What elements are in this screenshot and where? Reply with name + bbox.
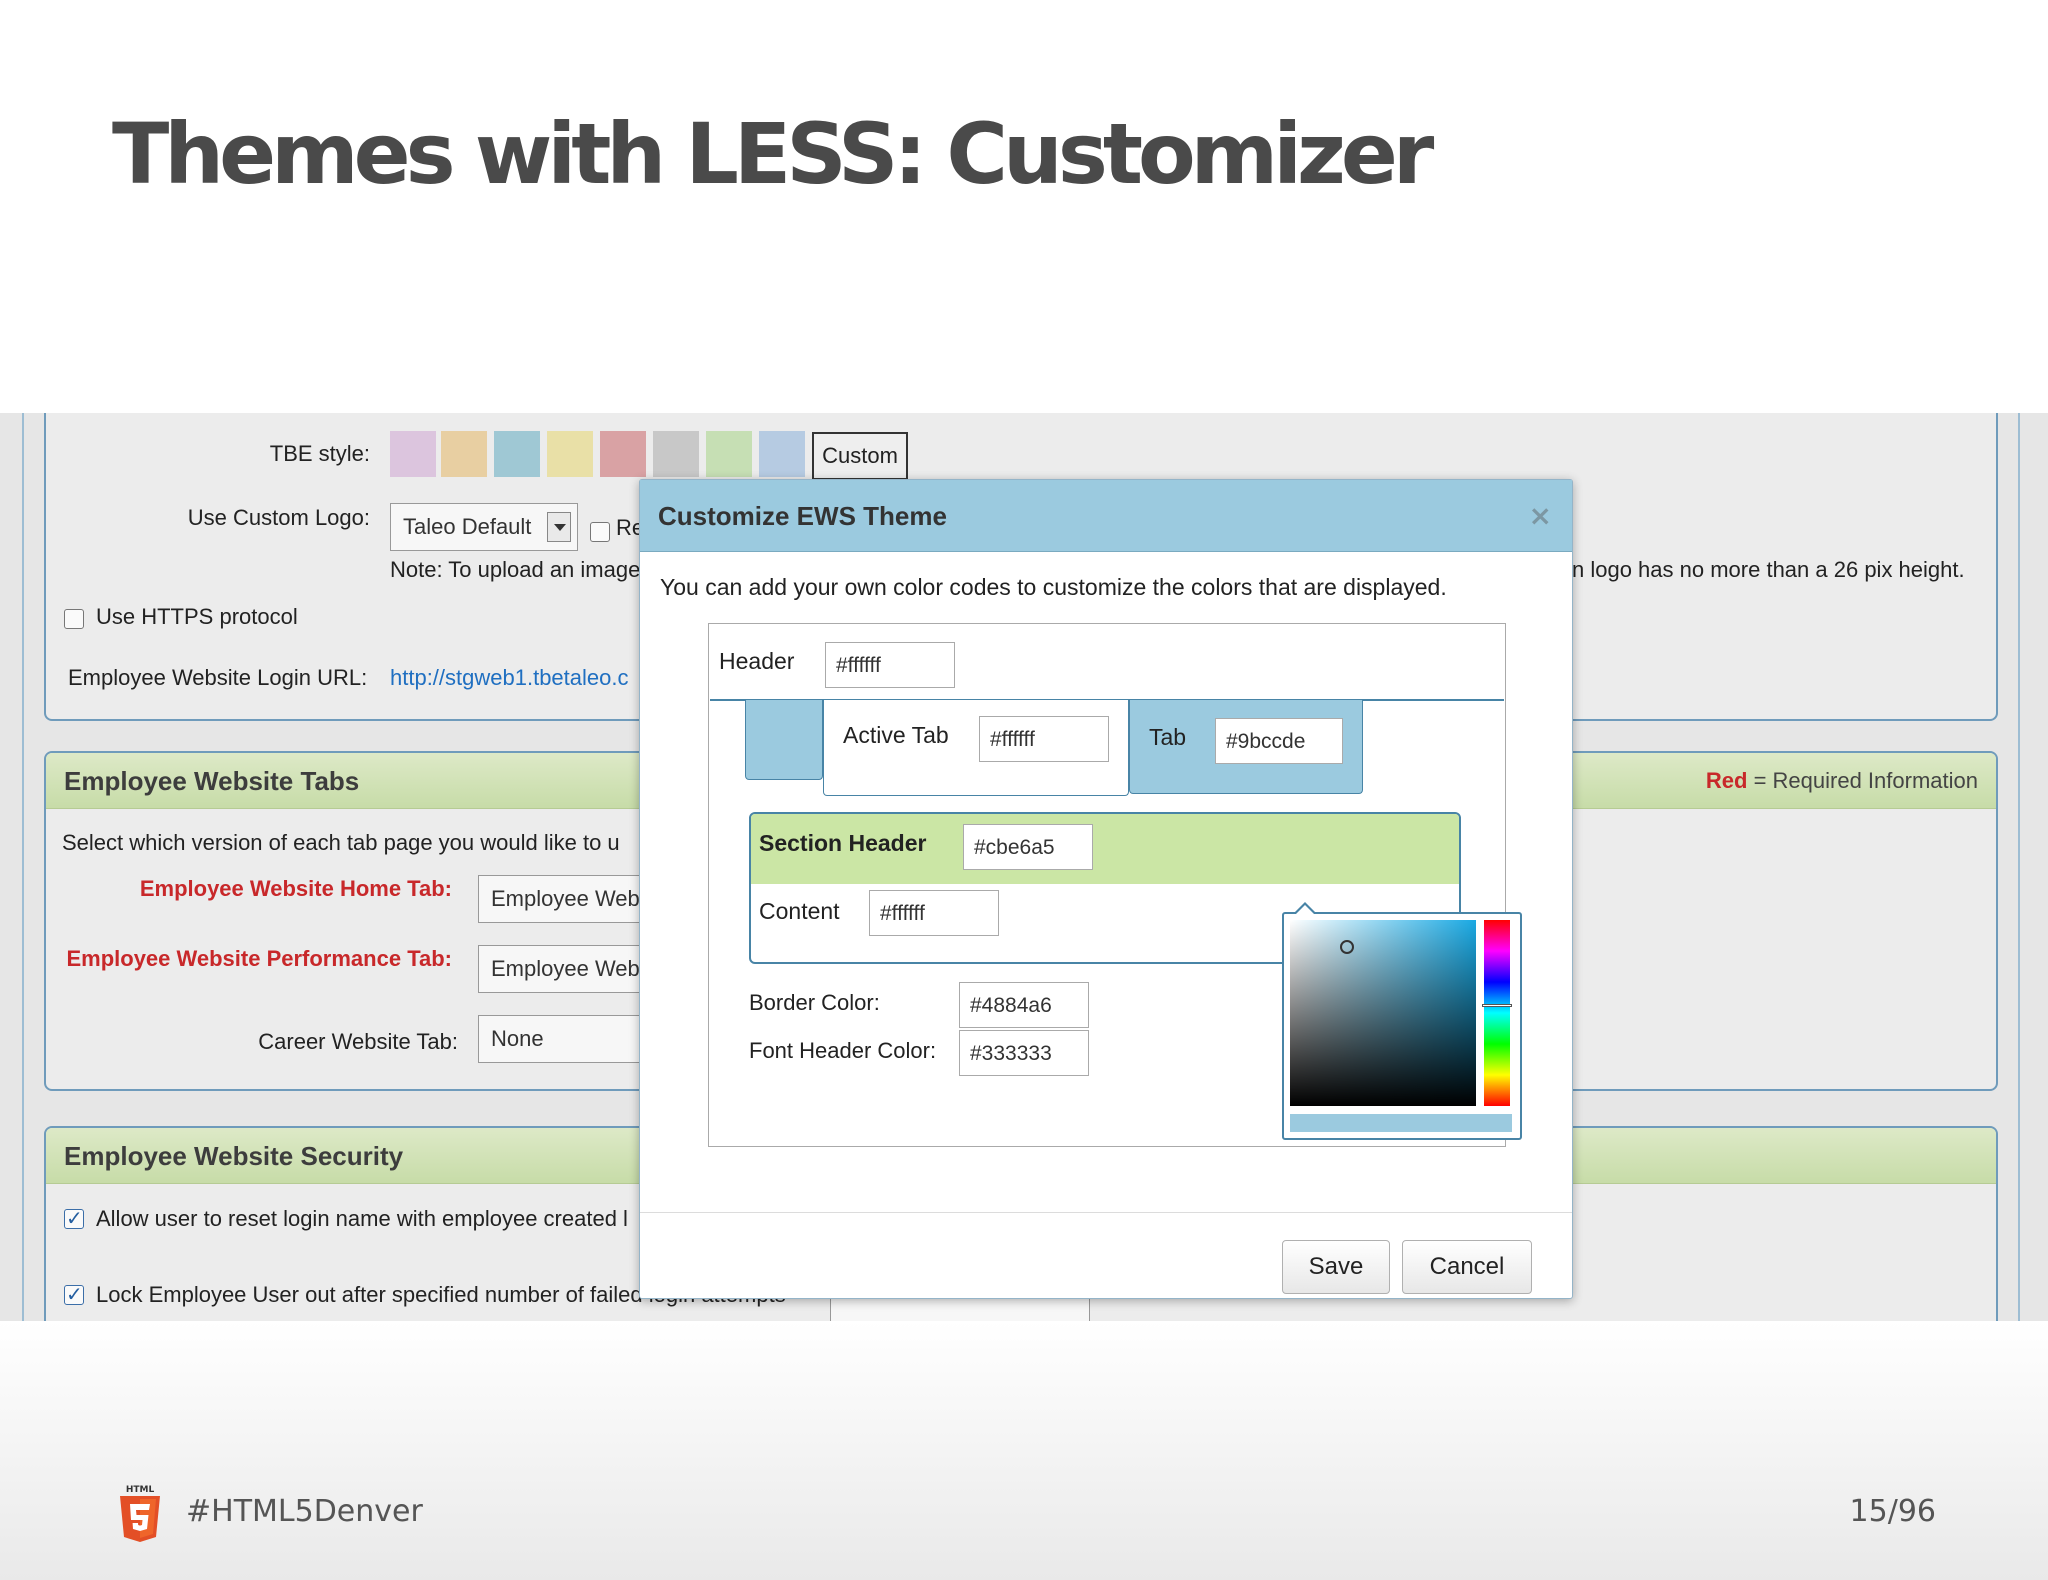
slide-page-number: 15/96: [1849, 1494, 1936, 1529]
required-legend: Red = Required Information: [1705, 768, 1978, 793]
theme-preview: Header #ffffff Active Tab #ffffff Tab #9…: [708, 623, 1522, 1147]
content-color-input[interactable]: #ffffff: [869, 890, 999, 936]
current-color-preview: [1290, 1114, 1512, 1132]
tab-label: Tab: [1149, 724, 1187, 750]
slide-footer: [0, 1321, 2048, 1580]
dialog-description: You can add your own color codes to cust…: [660, 574, 1447, 600]
frame-line-right: [2018, 413, 2020, 1321]
content-label: Content: [759, 898, 840, 924]
section-header-label: Section Header: [759, 830, 927, 856]
customize-theme-dialog: Customize EWS Theme × You can add your o…: [639, 479, 1573, 1299]
header-color-label: Header: [719, 648, 795, 674]
custom-logo-value: Taleo Default: [403, 514, 532, 539]
swatch-8[interactable]: [759, 431, 805, 477]
swatch-5[interactable]: [600, 431, 646, 477]
font-header-color-input[interactable]: #333333: [959, 1030, 1089, 1076]
swatch-2[interactable]: [441, 431, 487, 477]
screenshot-area: TBE style: Custom Use Custom Logo: Taleo…: [0, 413, 2048, 1321]
saturation-value-area[interactable]: [1290, 920, 1476, 1106]
upload-note-end: n logo has no more than a 26 pix height.: [1572, 557, 1965, 582]
lockout-checkbox[interactable]: [64, 1282, 84, 1306]
upload-note: Note: To upload an image: [390, 557, 641, 582]
font-header-color-label: Font Header Color:: [749, 1038, 937, 1063]
dialog-header: Customize EWS Theme ×: [640, 480, 1572, 552]
color-picker-popup: [1282, 902, 1522, 1140]
border-color-input[interactable]: #4884a6: [959, 982, 1089, 1028]
hue-slider-handle[interactable]: [1482, 1004, 1512, 1007]
swatch-3[interactable]: [494, 431, 540, 477]
custom-style-button[interactable]: Custom: [812, 432, 908, 480]
swatch-row: Custom: [0, 422, 908, 482]
career-tab-label: Career Website Tab:: [258, 1029, 458, 1054]
login-url-link[interactable]: http://stgweb1.tbetaleo.c: [390, 665, 629, 691]
home-tab-select[interactable]: Employee Web: [478, 875, 658, 923]
tabs-intro: Select which version of each tab page yo…: [62, 830, 620, 855]
tabs-panel-title: Employee Website Tabs: [64, 766, 360, 796]
save-button[interactable]: Save: [1282, 1240, 1390, 1294]
border-color-label: Border Color:: [749, 990, 880, 1015]
career-tab-select[interactable]: None: [478, 1015, 658, 1063]
cancel-button[interactable]: Cancel: [1402, 1240, 1532, 1294]
active-tab-label: Active Tab: [843, 722, 949, 748]
html5-logo-icon: HTML: [120, 1485, 160, 1542]
picker-handle[interactable]: [1340, 940, 1354, 954]
dialog-footer-divider: [640, 1212, 1572, 1213]
tab-color-input[interactable]: #9bccde: [1215, 718, 1343, 764]
hue-slider[interactable]: [1482, 920, 1512, 1106]
tab-left-preview: [745, 700, 823, 780]
swatch-4[interactable]: [547, 431, 593, 477]
reset-login-checkbox[interactable]: [64, 1206, 84, 1230]
security-panel-title: Employee Website Security: [64, 1141, 404, 1171]
close-icon[interactable]: ×: [1529, 480, 1552, 552]
custom-logo-checkbox[interactable]: [590, 522, 610, 542]
section-header-color-input[interactable]: #cbe6a5: [963, 824, 1093, 870]
https-checkbox[interactable]: [64, 609, 84, 629]
performance-tab-select[interactable]: Employee Web: [478, 945, 658, 993]
home-tab-label: Employee Website Home Tab:: [139, 876, 452, 901]
chevron-down-icon[interactable]: [547, 512, 571, 542]
active-tab-color-input[interactable]: #ffffff: [979, 716, 1109, 762]
swatch-7[interactable]: [706, 431, 752, 477]
login-url-label: Employee Website Login URL:: [68, 665, 368, 690]
svg-text:HTML: HTML: [126, 1485, 155, 1495]
custom-logo-select[interactable]: Taleo Default: [390, 503, 578, 551]
swatch-1[interactable]: [390, 431, 436, 477]
header-color-input[interactable]: #ffffff: [825, 642, 955, 688]
slide-title: Themes with LESS: Customizer: [112, 105, 1434, 203]
performance-tab-label: Employee Website Performance Tab:: [66, 946, 452, 971]
slide-hashtag: #HTML5Denver: [186, 1494, 423, 1529]
custom-logo-label: Use Custom Logo:: [187, 505, 370, 530]
dialog-title: Customize EWS Theme: [658, 501, 947, 531]
swatch-6[interactable]: [653, 431, 699, 477]
https-label: Use HTTPS protocol: [96, 604, 298, 629]
reset-login-label: Allow user to reset login name with empl…: [96, 1206, 628, 1231]
frame-line-left: [22, 413, 24, 1321]
